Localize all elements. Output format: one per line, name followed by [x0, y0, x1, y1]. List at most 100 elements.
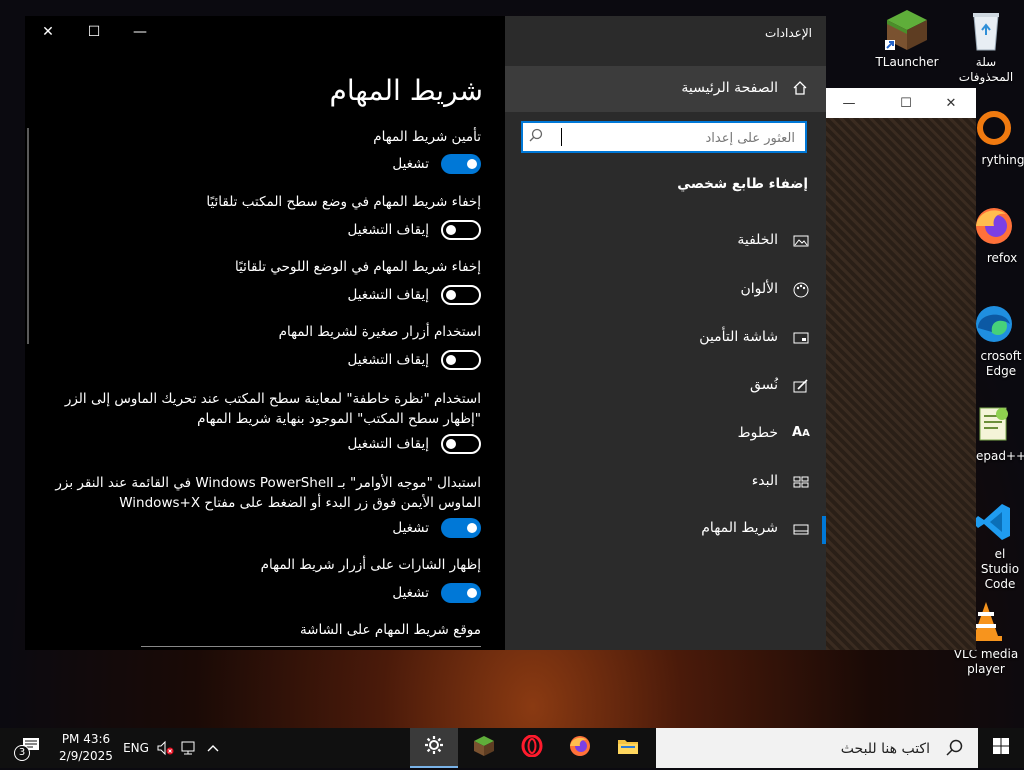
minecraft-grass-icon [473, 735, 495, 761]
app-title: الإعدادات [765, 26, 812, 40]
taskbar-file-explorer-app[interactable] [604, 728, 652, 768]
minecraft-grass-icon [885, 8, 929, 52]
toggle-state-text: تشغيل [392, 520, 429, 536]
lock-screen-icon [792, 329, 810, 347]
minimize-button[interactable]: — [826, 88, 872, 118]
close-button[interactable]: ✕ [928, 88, 974, 118]
option-toggle-row[interactable]: إيقاف التشغيل [347, 350, 481, 370]
taskbar-opera-app[interactable] [508, 728, 556, 768]
option-label: إخفاء شريط المهام في الوضع اللوحي تلقائي… [234, 259, 481, 275]
opera-icon [521, 734, 543, 761]
option-label: تأمين شريط المهام [373, 129, 481, 145]
background-window-titlebar[interactable]: — ☐ ✕ [826, 88, 976, 118]
nav-item-colors[interactable]: الألوان [505, 273, 826, 309]
option-toggle-row[interactable]: تشغيل [392, 583, 481, 603]
nav-home[interactable]: الصفحة الرئيسية [505, 66, 826, 112]
option-toggle-row[interactable]: إيقاف التشغيل [347, 285, 481, 305]
desktop-icon-label: epad++ [976, 449, 1024, 463]
nav-label: البدء [751, 473, 778, 489]
taskbar-settings-app[interactable] [410, 728, 458, 768]
nav-label: نُسق [749, 377, 778, 393]
option-label: استخدام "نظرة خاطفة" لمعاينة سطح المكتب … [64, 391, 481, 427]
desktop-icon-label: rything [981, 153, 1024, 167]
notification-icon: 3 [14, 737, 40, 761]
minimize-button[interactable]: — [117, 16, 163, 48]
vscode-icon [972, 500, 1016, 544]
action-center-button[interactable]: 3 [10, 728, 50, 768]
nav-label: شاشة التأمين [699, 329, 778, 345]
autohide-desktop-toggle[interactable] [441, 220, 481, 240]
nav-item-themes[interactable]: نُسق [505, 369, 826, 405]
clock[interactable]: PM 43:6 2/9/2025 [54, 731, 118, 765]
autohide-tablet-toggle[interactable] [441, 285, 481, 305]
start-icon [792, 473, 810, 491]
powershell-toggle[interactable] [441, 518, 481, 538]
toggle-state-text: تشغيل [392, 156, 429, 172]
page-title: شريط المهام [329, 74, 483, 107]
scrollbar[interactable] [27, 128, 29, 344]
small-buttons-toggle[interactable] [441, 350, 481, 370]
taskbar-settings-pane: ✕ ☐ — شريط المهام تأمين شريط المهام تشغي… [25, 16, 505, 650]
taskbar-location-dropdown[interactable] [141, 646, 481, 651]
nav-item-start[interactable]: البدء [505, 465, 826, 501]
desktop-icon-recycle-bin[interactable]: سلة المحذوفات [946, 8, 1024, 85]
section-label: موقع شريط المهام على الشاشة [299, 622, 481, 638]
show-hidden-icons-chevron-icon[interactable] [202, 728, 224, 768]
nav-label: شريط المهام [701, 520, 778, 536]
nav-label: خطوط [737, 425, 778, 441]
themes-icon [792, 377, 810, 395]
home-icon [792, 80, 808, 100]
settings-nav-pane: الإعدادات الصفحة الرئيسية إضفاء طابع شخص… [505, 16, 826, 650]
gear-icon [424, 735, 444, 759]
search-icon[interactable] [529, 128, 543, 146]
toggle-state-text: إيقاف التشغيل [347, 436, 429, 452]
desktop-icon-label: el Studio Code [980, 547, 1020, 591]
desktop-icon-label: refox [986, 251, 1018, 265]
background-window[interactable]: — ☐ ✕ [826, 88, 976, 650]
settings-search[interactable] [521, 121, 807, 153]
text-caret [561, 128, 562, 146]
taskbar-search-box[interactable] [656, 728, 978, 770]
clock-date: 2/9/2025 [59, 749, 113, 763]
toggle-state-text: تشغيل [392, 585, 429, 601]
option-toggle-row[interactable]: تشغيل [392, 154, 481, 174]
firefox-icon [972, 204, 1016, 248]
option-toggle-row[interactable]: إيقاف التشغيل [347, 220, 481, 240]
desktop-icon-tlauncher[interactable]: TLauncher [867, 8, 947, 70]
nav-item-taskbar[interactable]: شريط المهام [505, 512, 826, 548]
taskbar-firefox-app[interactable] [556, 728, 604, 768]
option-label: إخفاء شريط المهام في وضع سطح المكتب تلقا… [206, 194, 481, 210]
clock-time: PM 43:6 [61, 732, 111, 746]
maximize-button[interactable]: ☐ [71, 16, 117, 48]
nav-home-label: الصفحة الرئيسية [681, 80, 778, 96]
peek-toggle[interactable] [441, 434, 481, 454]
language-indicator[interactable]: ENG [120, 728, 152, 768]
network-icon[interactable] [178, 728, 200, 768]
recycle-bin-icon [964, 8, 1008, 52]
nav-item-fonts[interactable]: خطوط AA [505, 417, 826, 453]
option-label: استخدام أزرار صغيرة لشريط المهام [278, 324, 481, 340]
fonts-icon: AA [792, 425, 810, 440]
palette-icon [792, 281, 810, 299]
firefox-icon [569, 735, 591, 761]
desktop-icon-label: TLauncher [875, 55, 939, 69]
close-button[interactable]: ✕ [25, 16, 71, 48]
volume-muted-icon[interactable] [154, 728, 176, 768]
search-input[interactable] [553, 124, 797, 152]
settings-window[interactable]: ✕ ☐ — شريط المهام تأمين شريط المهام تشغي… [25, 16, 826, 650]
taskbar-tlauncher-app[interactable] [460, 728, 508, 768]
nav-item-lock-screen[interactable]: شاشة التأمين [505, 321, 826, 357]
lock-taskbar-toggle[interactable] [441, 154, 481, 174]
nav-label: الخلفية [737, 232, 778, 248]
desktop-icon-label: VLC media player [953, 647, 1019, 676]
maximize-button[interactable]: ☐ [883, 88, 929, 118]
option-toggle-row[interactable]: إيقاف التشغيل [347, 434, 481, 454]
section-heading: إضفاء طابع شخصي [677, 176, 808, 192]
search-icon [946, 739, 964, 761]
option-toggle-row[interactable]: تشغيل [392, 518, 481, 538]
start-button[interactable] [978, 728, 1024, 768]
option-label: استبدال "موجه الأوامر" بـ Windows PowerS… [55, 475, 481, 511]
nav-item-background[interactable]: الخلفية [505, 224, 826, 260]
badges-toggle[interactable] [441, 583, 481, 603]
taskbar-search-input[interactable] [658, 728, 932, 770]
